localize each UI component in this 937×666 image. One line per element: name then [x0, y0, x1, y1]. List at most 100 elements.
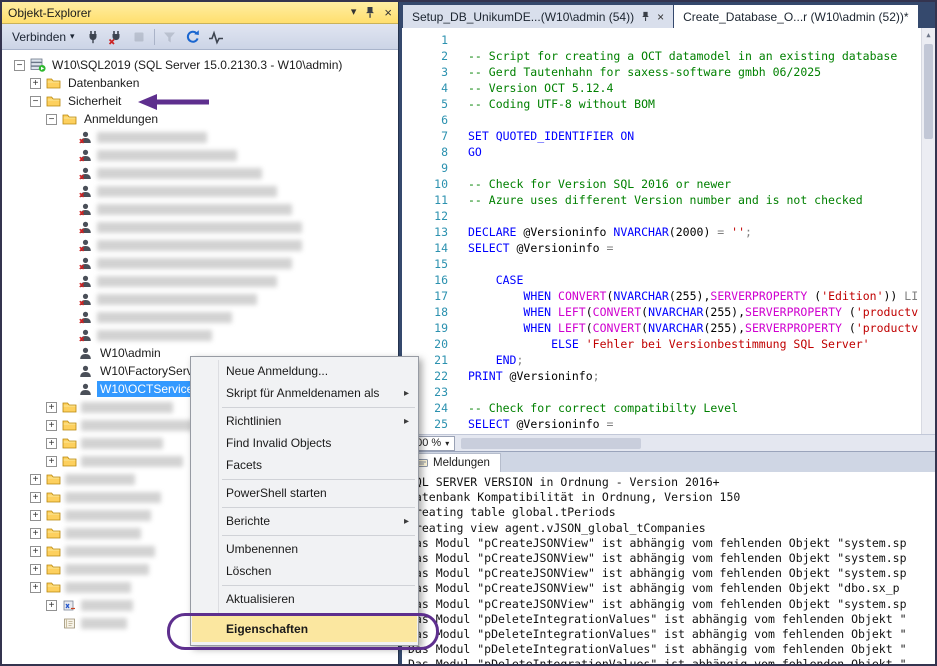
expand-icon[interactable]: + — [46, 420, 57, 431]
connect-dropdown[interactable]: Verbinden ▾ — [7, 28, 80, 46]
menu-item-umbenennen[interactable]: Umbenennen — [192, 538, 417, 560]
tree-item-login-redacted[interactable] — [2, 272, 398, 290]
scroll-up-icon[interactable]: ▲ — [922, 28, 935, 41]
message-line: Das Modul "pDeleteIntegrationValues" ist… — [408, 627, 929, 642]
code-token-com: -- Check for correct compatibilty Level — [468, 401, 738, 415]
menu-item-label: Löschen — [226, 564, 271, 578]
expander-spacer — [62, 150, 73, 161]
personx-icon — [77, 329, 94, 342]
window-position-icon[interactable]: ▾ — [351, 7, 357, 18]
code-token-kw: NVARCHAR — [613, 225, 668, 239]
line-number: 3 — [402, 64, 448, 80]
code-token-str: '' — [731, 225, 745, 239]
person-icon — [77, 365, 94, 378]
expand-icon[interactable]: + — [30, 564, 41, 575]
menu-item-aktualisieren[interactable]: Aktualisieren — [192, 588, 417, 610]
tree-item-datenbanken[interactable]: +Datenbanken — [2, 74, 398, 92]
code-token-str: 'Fehler bei Versionbestimmung SQL Server… — [586, 337, 870, 351]
expand-icon[interactable]: + — [46, 600, 57, 611]
expand-icon[interactable]: + — [30, 492, 41, 503]
collapse-icon[interactable]: − — [30, 96, 41, 107]
tree-item-sicherheit[interactable]: −Sicherheit — [2, 92, 398, 110]
tree-item-login-redacted[interactable] — [2, 254, 398, 272]
code-token-kw: DECLARE — [468, 225, 523, 239]
menu-item-neue-anmeldung[interactable]: Neue Anmeldung... — [192, 360, 417, 382]
close-icon[interactable]: × — [657, 11, 664, 23]
collapse-icon[interactable]: − — [14, 60, 25, 71]
code-line: END; — [468, 352, 921, 368]
tree-item-login-redacted[interactable] — [2, 236, 398, 254]
expand-icon[interactable]: + — [30, 546, 41, 557]
expand-icon[interactable]: + — [30, 510, 41, 521]
refresh-icon[interactable] — [183, 27, 203, 47]
close-icon[interactable]: × — [384, 6, 392, 19]
menu-item-richtlinien[interactable]: Richtlinien▸ — [192, 410, 417, 432]
tree-item-login-redacted[interactable] — [2, 182, 398, 200]
scrollbar-thumb[interactable] — [924, 44, 933, 139]
expand-icon[interactable]: + — [30, 78, 41, 89]
menu-item-powershell-starten[interactable]: PowerShell starten — [192, 482, 417, 504]
folder-icon — [61, 113, 78, 125]
expander-spacer — [62, 276, 73, 287]
activity-monitor-icon[interactable] — [206, 27, 226, 47]
code-area[interactable]: -- Script for creating a OCT datamodel i… — [458, 28, 921, 434]
tree-item-login-redacted[interactable] — [2, 308, 398, 326]
expand-icon[interactable]: + — [30, 582, 41, 593]
personx-icon — [77, 149, 94, 162]
personx-icon — [77, 257, 94, 270]
folder-icon — [45, 77, 62, 89]
code-token-kw: CASE — [496, 273, 524, 287]
menu-item-berichte[interactable]: Berichte▸ — [192, 510, 417, 532]
pin-icon[interactable] — [641, 11, 650, 22]
menu-item-find-invalid-objects[interactable]: Find Invalid Objects — [192, 432, 417, 454]
tree-item-login-redacted[interactable] — [2, 164, 398, 182]
personx-icon — [77, 131, 94, 144]
redacted-label — [97, 168, 262, 179]
editor-vertical-scrollbar[interactable]: ▲ — [921, 28, 935, 434]
tree-item-login-redacted[interactable] — [2, 146, 398, 164]
tab-meldungen[interactable]: Meldungen — [406, 453, 501, 472]
expander-spacer — [62, 312, 73, 323]
connect-object-explorer-icon[interactable] — [83, 27, 103, 47]
expand-icon[interactable]: + — [30, 474, 41, 485]
code-token-com: -- Check for Version SQL 2016 or newer — [468, 177, 731, 191]
menu-item-eigenschaften[interactable]: Eigenschaften — [192, 616, 417, 642]
editor-horizontal-scrollbar[interactable] — [455, 435, 935, 451]
expand-icon[interactable]: + — [46, 456, 57, 467]
redacted-label — [65, 510, 151, 521]
tree-item-login-redacted[interactable] — [2, 200, 398, 218]
scrollbar-thumb[interactable] — [461, 438, 641, 449]
document-tab-1[interactable]: Create_Database_O...r (W10\admin (52))* — [674, 5, 917, 28]
code-line — [468, 160, 921, 176]
code-token-op: = — [606, 241, 613, 255]
code-token-kw: WHEN — [523, 289, 558, 303]
tree-item-login-redacted[interactable] — [2, 326, 398, 344]
tree-item-anmeldungen[interactable]: −Anmeldungen — [2, 110, 398, 128]
tree-item-login-redacted[interactable] — [2, 218, 398, 236]
line-number: 5 — [402, 96, 448, 112]
tree-item-server[interactable]: −W10\SQL2019 (SQL Server 15.0.2130.3 - W… — [2, 56, 398, 74]
messages-output[interactable]: SQL SERVER VERSION in Ordnung - Version … — [402, 472, 935, 664]
messages-panel: Meldungen SQL SERVER VERSION in Ordnung … — [402, 451, 935, 664]
tree-item-login-redacted[interactable] — [2, 290, 398, 308]
redacted-label — [97, 294, 257, 305]
expand-icon[interactable]: + — [30, 528, 41, 539]
document-tab-0[interactable]: Setup_DB_UnikumDE...(W10\admin (54))× — [403, 5, 673, 28]
code-token-id: @Versioninfo — [523, 225, 613, 239]
menu-item-löschen[interactable]: Löschen — [192, 560, 417, 582]
expander-spacer — [62, 294, 73, 305]
tree-item-login-redacted[interactable] — [2, 128, 398, 146]
folder-icon — [45, 95, 62, 107]
code-line — [468, 112, 921, 128]
menu-item-facets[interactable]: Facets — [192, 454, 417, 476]
document-area: Setup_DB_UnikumDE...(W10\admin (54))×Cre… — [402, 2, 935, 664]
pin-icon[interactable] — [365, 6, 375, 19]
chevron-down-icon: ▾ — [445, 439, 449, 448]
sql-editor[interactable]: 1234567891011121314151617181920212223242… — [402, 28, 935, 434]
collapse-icon[interactable]: − — [46, 114, 57, 125]
disconnect-icon[interactable] — [106, 27, 126, 47]
redacted-label — [97, 276, 277, 287]
expand-icon[interactable]: + — [46, 402, 57, 413]
menu-item-skript-für-anmeldenamen-als[interactable]: Skript für Anmeldenamen als▸ — [192, 382, 417, 404]
expand-icon[interactable]: + — [46, 438, 57, 449]
